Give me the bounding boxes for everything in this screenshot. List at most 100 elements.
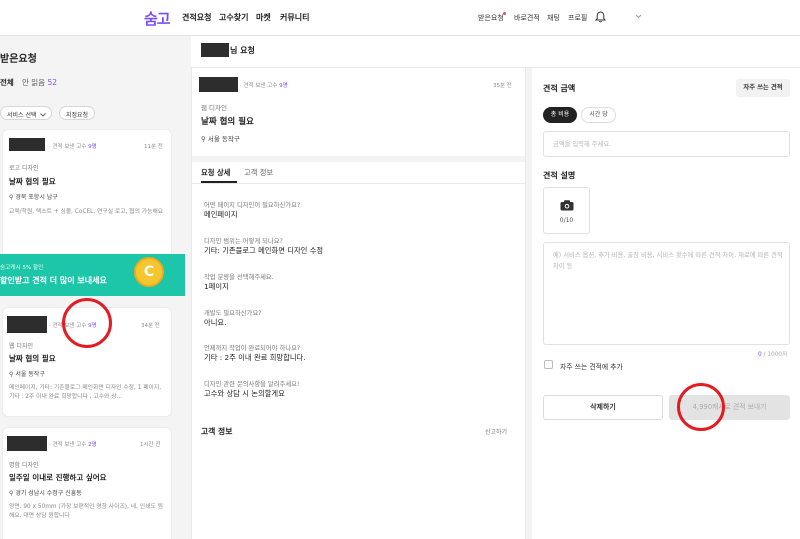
cash-discount-banner[interactable]: 숨고캐시 5% 할인 할인받고 견적 더 많이 보내세요 C	[0, 254, 185, 296]
question-label: 디자인 관련 문의사항을 알려주세요!	[204, 381, 300, 388]
per-hour-toggle[interactable]: 시간 당	[581, 107, 616, 123]
service-category: 웹 디자인	[201, 104, 227, 112]
request-title: 날짜 협의 필요	[9, 354, 56, 363]
location-pin-icon: ⚲	[201, 135, 206, 143]
service-category: 로고 디자인	[9, 165, 39, 172]
delete-quote-button[interactable]: 삭제하기	[543, 395, 663, 420]
top-header: 숨고 견적요청 고수찾기 마켓 커뮤니티 받은요청 바로견적 채팅 프로필	[0, 0, 800, 36]
redacted-name	[201, 43, 229, 57]
location-pin-icon: ⚲	[9, 490, 14, 497]
redacted-name	[199, 77, 238, 92]
answer-value: 고수와 상담 시 논의할게요	[204, 389, 285, 398]
description-placeholder: 예) 서비스 옵션, 추가 비용, 출장 비용, 서비스 횟수에 따른 견적 차…	[553, 252, 783, 270]
total-cost-toggle[interactable]: 총 비용	[543, 107, 577, 123]
sent-pros-count: · 견적 보낸 고수 9명	[49, 144, 97, 150]
coin-icon: C	[134, 257, 164, 287]
sent-pros-count: · 견적 보낸 고수 9명	[240, 83, 288, 89]
logo[interactable]: 숨고	[144, 8, 171, 29]
tab-unread-label: 안 읽음	[22, 78, 46, 87]
section-divider	[192, 156, 525, 162]
location: ⚲ 서울 동작구	[9, 371, 45, 378]
redacted-name	[7, 436, 47, 451]
quote-description-textarea[interactable]: 예) 서비스 옵션, 추가 비용, 출장 비용, 서비스 횟수에 따른 견적 차…	[543, 242, 790, 345]
sent-pros-count: · 견적 보낸 고수 2명	[49, 442, 97, 448]
nav-quote-request[interactable]: 견적요청	[182, 12, 211, 23]
service-filter-dropdown[interactable]: 서비스 선택	[0, 106, 52, 120]
report-link[interactable]: 신고하기	[485, 427, 507, 436]
redacted-name	[7, 316, 47, 333]
request-snippet: 메인페이지, 기타: 기존블로그 메인화면 디자인 수정, 1 페이지, 기타 …	[9, 385, 162, 400]
request-card[interactable]: · 견적 보낸 고수 2명 1시간 전 명함 디자인 일주일 이내로 진행하고 …	[2, 427, 172, 539]
add-frequent-label: 자주 쓰는 견적에 추가	[560, 363, 623, 371]
received-time: 11분 전	[144, 144, 163, 150]
answer-value: 메인페이지	[204, 210, 238, 219]
request-list-panel: 받은요청 전체 안 읽음 52 서비스 선택 지정요청 · 견적 보낸 고수 9…	[0, 36, 185, 539]
tab-request-detail[interactable]: 요청 상세	[201, 168, 230, 178]
photo-upload-button[interactable]: 0/10	[543, 187, 590, 234]
designated-filter[interactable]: 지정요청	[59, 106, 96, 120]
quote-amount-title: 견적 금액	[543, 84, 576, 93]
answer-value: 1페이지	[204, 282, 229, 291]
tab-customer-info[interactable]: 고객 정보	[244, 168, 273, 178]
request-title: 일주일 이내로 진행하고 싶어요	[9, 473, 107, 482]
nav-find-pros[interactable]: 고수찾기	[219, 12, 248, 23]
unread-count: 52	[47, 78, 58, 87]
new-notice-dot	[503, 12, 506, 15]
request-card[interactable]: · 견적 보낸 고수 9명 11분 전 로고 디자인 날짜 협의 필요 ⚲ 경북…	[2, 129, 172, 264]
answer-value: 기타: 기존블로그 메인화면 디자인 수정	[204, 246, 324, 255]
char-counter: 0 / 1000자	[758, 352, 788, 358]
question-label: 언제까지 작업이 완료되어야 하나요?	[204, 345, 301, 352]
tab-all[interactable]: 전체	[0, 77, 14, 88]
question-label: 개발도 필요하신가요?	[204, 310, 262, 317]
tab-unread[interactable]: 안 읽음 52	[22, 77, 57, 88]
answer-value: 아니요.	[204, 318, 227, 327]
banner-title: 할인받고 견적 더 많이 보내세요	[0, 276, 107, 285]
question-label: 작업 분량을 선택해주세요.	[204, 274, 274, 281]
request-detail-panel: · 견적 보낸 고수 9명 35분 전 웹 디자인 날짜 협의 필요 ⚲ 서울 …	[191, 68, 526, 539]
sidebar-title: 받은요청	[0, 54, 37, 65]
redacted-name	[9, 138, 45, 151]
service-filter-label: 서비스 선택	[7, 112, 37, 119]
request-title: 날짜 협의 필요	[9, 177, 56, 186]
answer-value: 기타 : 2주 이내 완료 희망합니다.	[204, 353, 306, 362]
banner-subtitle: 숨고캐시 5% 할인	[0, 265, 44, 271]
request-title: 날짜 협의 필요	[201, 117, 254, 127]
detail-title-bar: 님 요청	[191, 36, 800, 68]
question-label: 어떤 페이지 디자인이 필요하신가요?	[204, 202, 301, 209]
customer-info-heading: 고객 정보	[201, 427, 233, 436]
camera-icon	[560, 200, 574, 211]
frequent-quote-button[interactable]: 자주 쓰는 견적	[736, 79, 790, 97]
tab-divider	[192, 183, 525, 184]
service-category: 명함 디자인	[9, 462, 39, 469]
chevron-down-icon[interactable]	[635, 14, 642, 19]
nav-chat[interactable]: 채팅	[547, 13, 560, 23]
location: ⚲ 경북 포항시 남구	[9, 194, 58, 201]
nav-community[interactable]: 커뮤니티	[280, 12, 309, 23]
photo-count: 0/10	[559, 217, 574, 224]
annotation-circle	[677, 383, 725, 431]
request-snippet: 교육/학원, 텍스트 + 심볼, CoCEL, 연구실 로고, 협의 가능해요	[9, 209, 164, 215]
page-title: 님 요청	[230, 46, 255, 55]
received-time: 35분 전	[493, 83, 512, 89]
nav-market[interactable]: 마켓	[256, 12, 271, 23]
annotation-circle	[62, 298, 112, 348]
service-category: 웹 디자인	[9, 343, 33, 350]
location-pin-icon: ⚲	[9, 371, 14, 378]
bell-icon[interactable]	[595, 11, 606, 23]
amount-input[interactable]: 금액을 입력해 주세요.	[543, 131, 790, 157]
nav-received-requests[interactable]: 받은요청	[478, 13, 504, 23]
location: ⚲ 경기 성남시 수정구 신흥동	[9, 490, 82, 497]
quote-form-panel: 견적 금액 자주 쓰는 견적 총 비용 시간 당 금액을 입력해 주세요. 견적…	[532, 68, 800, 539]
quote-desc-title: 견적 설명	[543, 171, 576, 180]
amount-placeholder: 금액을 입력해 주세요.	[553, 141, 612, 148]
location-pin-icon: ⚲	[9, 194, 14, 201]
nav-quick-quote[interactable]: 바로견적	[514, 13, 540, 23]
nav-profile[interactable]: 프로필	[568, 13, 587, 23]
add-frequent-checkbox[interactable]	[544, 360, 553, 369]
location: ⚲ 서울 동작구	[201, 135, 240, 143]
chevron-down-icon	[40, 113, 47, 117]
question-label: 디자인 범위는 어떻게 되나요?	[204, 238, 283, 245]
received-time: 34분 전	[141, 323, 160, 329]
received-time: 1시간 전	[140, 442, 161, 448]
request-snippet: 양면, 90 x 50mm (가장 보편적인 명함 사이즈), 네, 인쇄도 원…	[9, 504, 163, 519]
